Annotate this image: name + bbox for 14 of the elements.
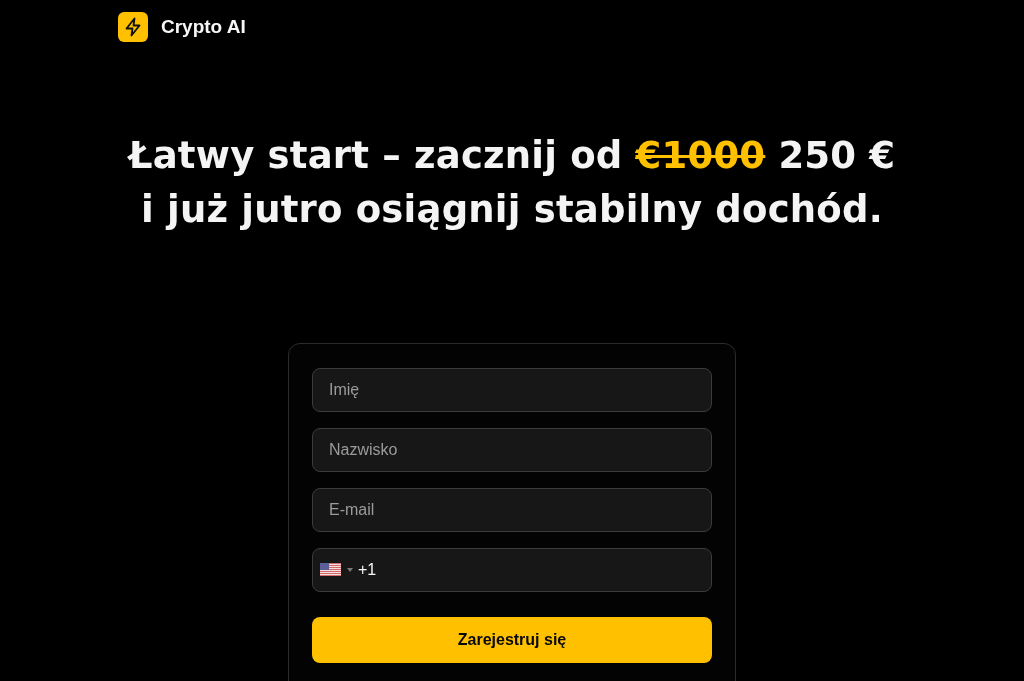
headline-text: Łatwy start – zacznij od xyxy=(128,134,623,177)
flag-icon xyxy=(320,563,341,576)
caret-icon xyxy=(347,567,353,572)
input-field[interactable]: Nazwisko xyxy=(312,428,712,472)
phone-field[interactable]: +1 xyxy=(312,548,712,592)
headline-text: i już jutro osiągnij stabilny dochód. xyxy=(140,187,884,233)
brand-name: Crypto AI xyxy=(161,16,246,38)
old-price: €1000 xyxy=(635,134,766,177)
input-field[interactable]: Imię xyxy=(312,368,712,412)
country-select[interactable] xyxy=(320,563,353,576)
lightning-icon xyxy=(118,12,148,42)
register-button[interactable]: Zarejestruj się xyxy=(312,617,712,663)
new-price: 250 € xyxy=(778,134,896,177)
input-field[interactable]: E-mail xyxy=(312,488,712,532)
